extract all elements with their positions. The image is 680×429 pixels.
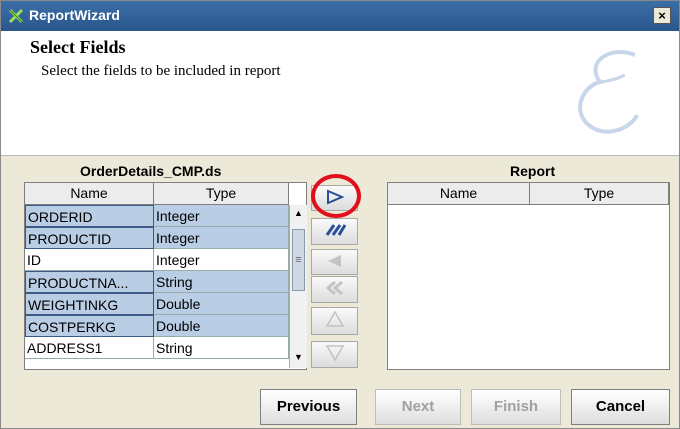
field-name-cell: WEIGHTINKG [25, 293, 154, 315]
source-col-type[interactable]: Type [154, 183, 289, 205]
source-scrollbar[interactable]: ▲ ≡ ▼ [289, 205, 307, 368]
field-type-cell: String [154, 337, 289, 359]
move-up-button[interactable] [311, 307, 358, 335]
field-name-cell: PRODUCTNA... [25, 271, 154, 293]
field-name-cell: ORDERID [25, 205, 154, 227]
scroll-thumb[interactable]: ≡ [292, 229, 305, 291]
add-one-button[interactable] [311, 185, 358, 211]
report-table-label: Report [510, 163, 556, 179]
report-col-type[interactable]: Type [530, 183, 669, 205]
close-button[interactable]: × [653, 7, 671, 24]
report-fields-table: Name Type [387, 182, 670, 370]
field-type-cell: Double [154, 293, 289, 315]
add-one-icon [323, 189, 347, 209]
app-icon [8, 8, 24, 24]
remove-all-button[interactable] [311, 276, 358, 303]
table-row[interactable]: ORDERID Integer [25, 205, 289, 227]
field-name-cell: COSTPERKG [25, 315, 154, 337]
page-subtitle: Select the fields to be included in repo… [41, 63, 281, 79]
scroll-down-icon[interactable]: ▼ [290, 349, 307, 366]
remove-one-icon [323, 255, 347, 273]
window-title: ReportWizard [29, 7, 120, 23]
field-type-cell: Integer [154, 227, 289, 249]
add-all-icon [323, 224, 347, 242]
table-row[interactable]: ID Integer [25, 249, 289, 271]
table-row[interactable]: ADDRESS1 String [25, 337, 289, 359]
table-row[interactable]: WEIGHTINKG Double [25, 293, 289, 315]
field-type-cell: String [154, 271, 289, 293]
finish-button[interactable]: Finish [471, 389, 561, 425]
source-table-label: OrderDetails_CMP.ds [80, 163, 222, 179]
page-title: Select Fields [30, 37, 126, 57]
move-down-button[interactable] [311, 341, 358, 368]
report-col-name[interactable]: Name [388, 183, 530, 205]
remove-all-icon [323, 280, 347, 300]
table-row[interactable]: PRODUCTNA... String [25, 271, 289, 293]
table-row[interactable]: PRODUCTID Integer [25, 227, 289, 249]
title-bar: ReportWizard × [1, 1, 679, 31]
previous-button[interactable]: Previous [260, 389, 357, 425]
scroll-up-icon[interactable]: ▲ [290, 205, 307, 222]
add-all-button[interactable] [311, 218, 358, 245]
remove-one-button[interactable] [311, 249, 358, 275]
move-down-icon [323, 345, 347, 365]
cancel-button[interactable]: Cancel [571, 389, 670, 425]
field-name-cell: PRODUCTID [25, 227, 154, 249]
field-type-cell: Integer [154, 205, 289, 227]
report-wizard-window: ReportWizard × Select Fields Select the … [0, 0, 680, 429]
table-row[interactable]: COSTPERKG Double [25, 315, 289, 337]
field-type-cell: Double [154, 315, 289, 337]
next-button[interactable]: Next [375, 389, 461, 425]
field-name-cell: ADDRESS1 [25, 337, 154, 359]
move-up-icon [323, 310, 347, 331]
field-name-cell: ID [25, 249, 154, 271]
field-type-cell: Integer [154, 249, 289, 271]
source-fields-table: Name Type ORDERID Integer PRODUCTID Integer… [24, 182, 307, 370]
source-col-name[interactable]: Name [25, 183, 154, 205]
watermark-logo [578, 50, 639, 134]
